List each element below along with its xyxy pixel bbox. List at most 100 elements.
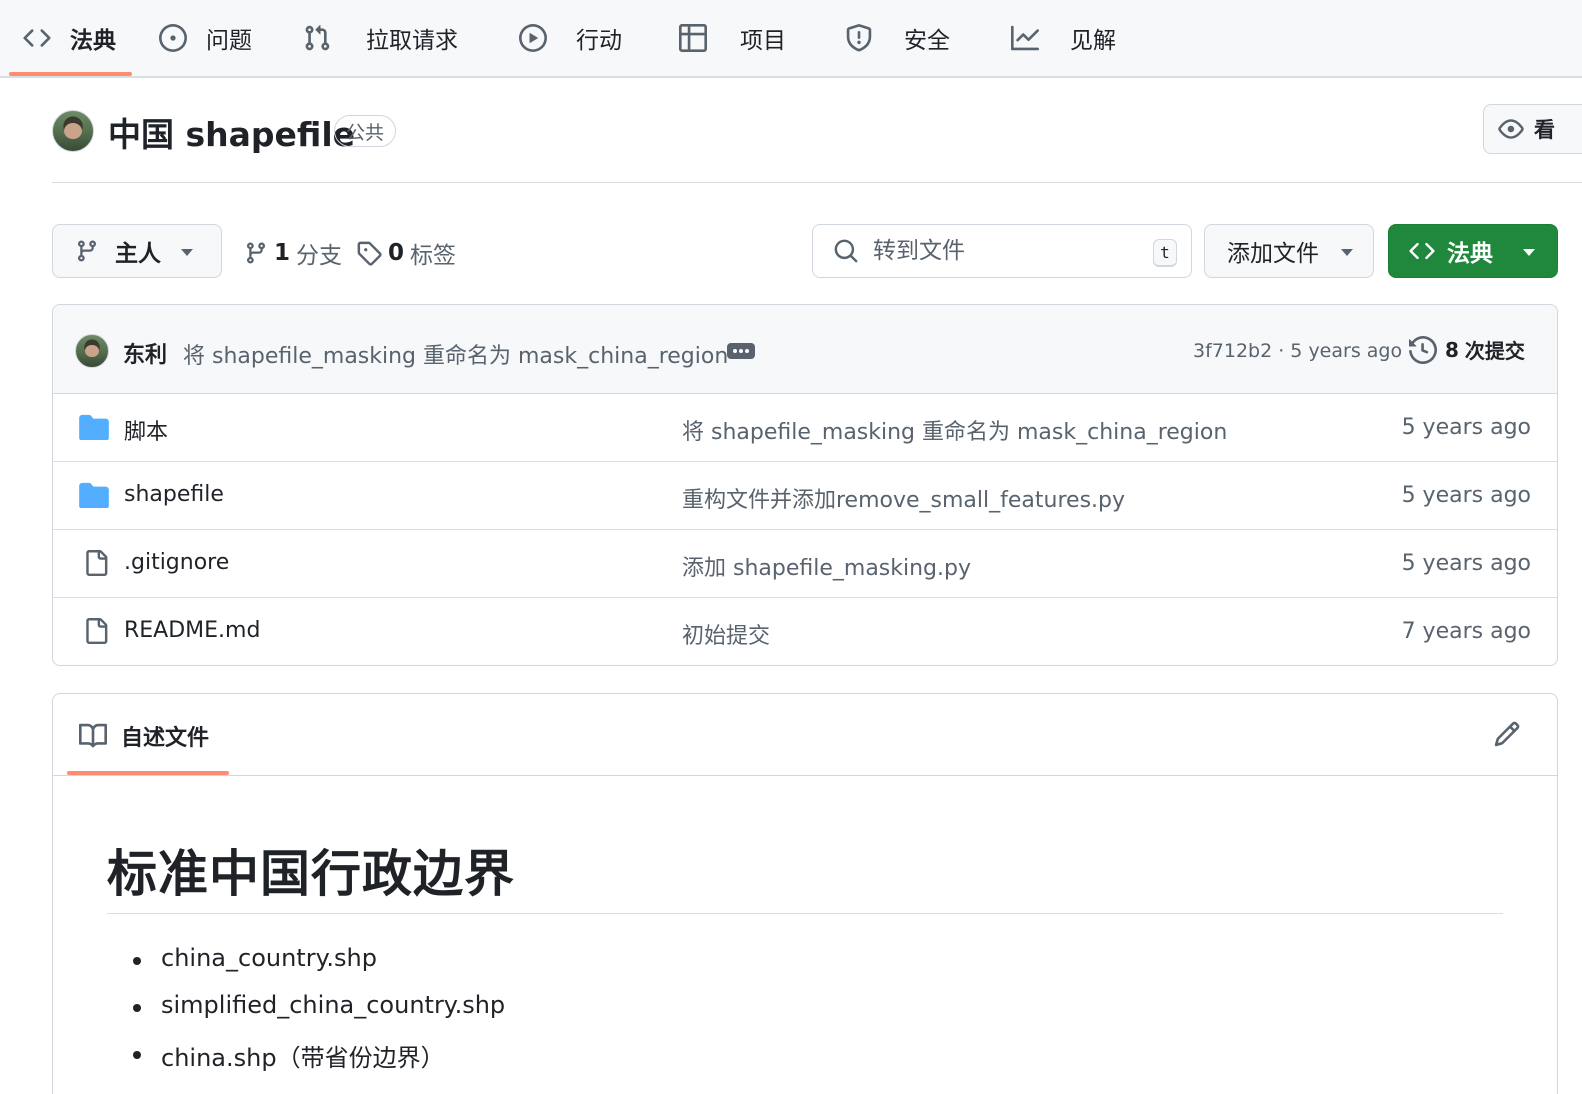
pencil-icon[interactable]: [1493, 720, 1521, 748]
heading-divider: [107, 913, 1503, 914]
tab-code[interactable]: 法典: [22, 0, 116, 76]
file-row-shapefile[interactable]: shapefile 重构文件并添加remove_small_features.p…: [53, 462, 1557, 530]
header-divider: [52, 182, 1582, 183]
tab-actions[interactable]: 行动: [518, 0, 622, 76]
tab-label: 法典: [70, 28, 116, 54]
watch-button[interactable]: 看: [1483, 104, 1582, 154]
commit-details-toggle[interactable]: [727, 343, 755, 359]
latest-commit-row: 东利 将 shapefile_masking 重命名为 mask_china_r…: [53, 305, 1557, 394]
tab-issues[interactable]: 问题: [158, 0, 252, 76]
ellipsis-dot: [733, 349, 737, 353]
commit-author[interactable]: 东利: [123, 337, 167, 369]
tab-security[interactable]: 安全: [844, 0, 950, 76]
tab-label: 项目: [740, 28, 786, 54]
code-button[interactable]: 法典: [1388, 224, 1558, 278]
git-branch-icon: [244, 241, 268, 265]
branch-count-label: 分支: [296, 243, 343, 269]
commit-author-avatar[interactable]: [75, 334, 109, 368]
eye-icon: [1498, 116, 1526, 142]
file-commit-message[interactable]: 初始提交: [682, 618, 770, 650]
commit-count: 8: [1445, 337, 1459, 362]
tag-count-label: 标签: [410, 243, 457, 269]
watch-label: 看: [1534, 118, 1555, 142]
shield-icon: [844, 23, 874, 53]
ellipsis-dot: [745, 349, 749, 353]
issue-opened-icon: [158, 23, 188, 53]
owner-avatar[interactable]: [52, 110, 94, 152]
file-commit-date: 5 years ago: [1401, 483, 1531, 508]
file-icon: [83, 616, 109, 646]
file-table: 东利 将 shapefile_masking 重命名为 mask_china_r…: [52, 304, 1558, 666]
chevron-down-icon: [1523, 249, 1535, 256]
file-commit-message[interactable]: 将 shapefile_masking 重命名为 mask_china_regi…: [682, 414, 1227, 446]
repo-nav: 法典 问题 拉取请求 行动 项目 安全 见解: [0, 0, 1582, 78]
file-commit-date: 5 years ago: [1401, 551, 1531, 576]
file-commit-date: 7 years ago: [1401, 619, 1531, 644]
list-item: china_country.shp: [133, 944, 505, 991]
chevron-down-icon: [181, 249, 193, 256]
tag-icon: [356, 240, 382, 266]
code-icon: [1409, 238, 1435, 264]
book-icon: [79, 722, 107, 750]
tags-link[interactable]: 0 标签: [356, 236, 456, 270]
readme-panel: 自述文件 标准中国行政边界 china_country.shp simplifi…: [52, 693, 1558, 1094]
file-name[interactable]: 脚本: [124, 414, 168, 446]
keyboard-shortcut-hint: t: [1153, 239, 1177, 267]
visibility-badge: 公共: [334, 115, 397, 147]
tab-label: 拉取请求: [366, 28, 458, 54]
file-icon: [83, 548, 109, 578]
tab-label: 安全: [904, 28, 950, 54]
list-item: simplified_china_country.shp: [133, 991, 505, 1038]
branch-label: 主人: [115, 241, 161, 267]
readme-list: china_country.shp simplified_china_count…: [133, 944, 505, 1085]
file-name[interactable]: README.md: [124, 618, 260, 643]
tab-label: 见解: [1070, 28, 1116, 54]
add-file-label: 添加文件: [1227, 241, 1319, 267]
file-commit-message[interactable]: 添加 shapefile_masking.py: [682, 550, 971, 582]
branches-link[interactable]: 1 分支: [244, 236, 342, 270]
play-icon: [518, 23, 548, 53]
list-item: china.shp（带省份边界）: [133, 1038, 505, 1085]
search-icon: [833, 238, 859, 264]
active-tab-indicator: [9, 72, 132, 76]
go-to-file-input[interactable]: [873, 238, 1123, 264]
file-commit-message[interactable]: 重构文件并添加remove_small_features.py: [682, 482, 1125, 514]
ellipsis-dot: [739, 349, 743, 353]
file-row-gitignore[interactable]: .gitignore 添加 shapefile_masking.py 5 yea…: [53, 530, 1557, 598]
commit-message[interactable]: 将 shapefile_masking 重命名为 mask_china_regi…: [183, 338, 728, 370]
file-commit-date: 5 years ago: [1401, 415, 1531, 440]
file-row-readme[interactable]: README.md 初始提交 7 years ago: [53, 598, 1557, 665]
tab-insights[interactable]: 见解: [1010, 0, 1116, 76]
graph-icon: [1010, 23, 1040, 53]
go-to-file-search[interactable]: t: [812, 224, 1192, 278]
repo-name[interactable]: 中国 shapefile: [108, 108, 355, 156]
git-branch-icon: [75, 239, 99, 263]
tab-label: 行动: [576, 28, 622, 54]
branch-count: 1: [274, 240, 291, 266]
folder-icon: [79, 482, 109, 508]
commit-history-link[interactable]: 8 次提交: [1409, 335, 1525, 364]
folder-icon: [79, 414, 109, 440]
readme-heading: 标准中国行政边界: [107, 845, 515, 903]
file-name[interactable]: .gitignore: [124, 550, 229, 575]
commit-hash-time[interactable]: 3f712b2 · 5 years ago: [1193, 340, 1402, 362]
readme-tab[interactable]: 自述文件: [79, 720, 209, 752]
active-tab-indicator: [67, 771, 229, 775]
tab-pull-requests[interactable]: 拉取请求: [302, 0, 458, 76]
tag-count: 0: [388, 240, 405, 266]
chevron-down-icon: [1341, 249, 1353, 256]
tab-projects[interactable]: 项目: [678, 0, 786, 76]
file-name[interactable]: shapefile: [124, 482, 224, 507]
readme-header: 自述文件: [53, 694, 1557, 776]
git-pull-request-icon: [302, 23, 332, 53]
history-icon: [1409, 335, 1437, 364]
add-file-button[interactable]: 添加文件: [1204, 224, 1374, 278]
readme-tab-label: 自述文件: [121, 726, 210, 751]
table-icon: [678, 23, 708, 53]
tab-label: 问题: [206, 28, 252, 54]
code-button-label: 法典: [1447, 241, 1493, 267]
branch-selector[interactable]: 主人: [52, 224, 222, 278]
code-icon: [22, 23, 52, 53]
commit-count-label: 次提交: [1464, 339, 1525, 363]
file-row-scripts[interactable]: 脚本 将 shapefile_masking 重命名为 mask_china_r…: [53, 394, 1557, 462]
